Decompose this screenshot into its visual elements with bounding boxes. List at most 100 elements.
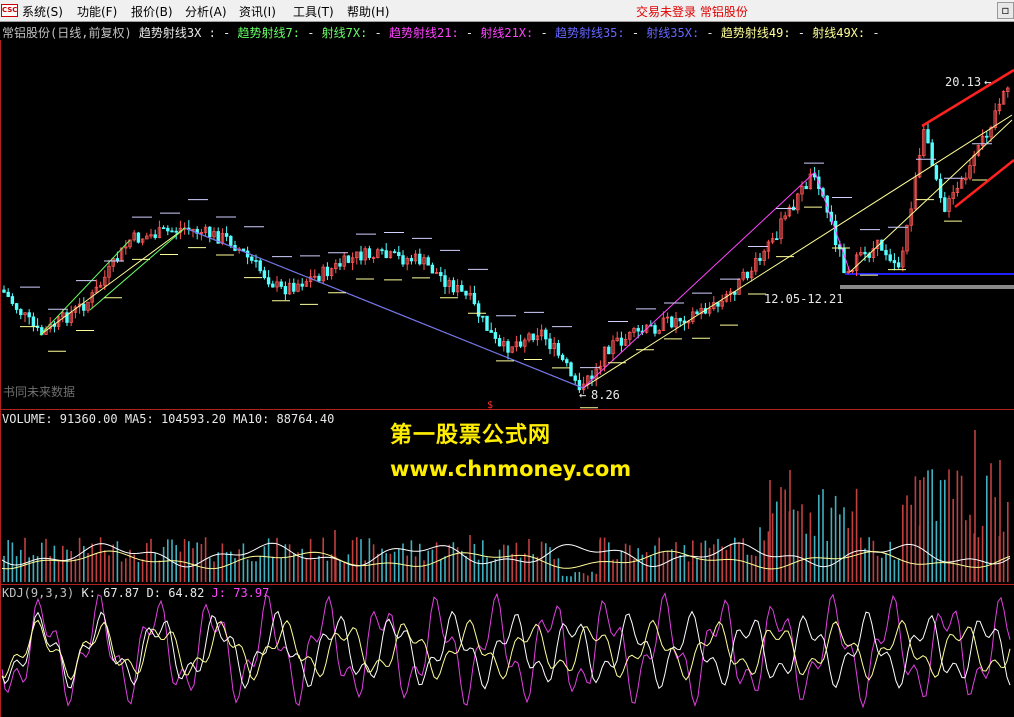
candle-body — [859, 251, 863, 256]
candle-body — [182, 227, 187, 230]
legend-item: KDJ(9,3,3) — [2, 586, 82, 600]
candle-body — [405, 258, 409, 265]
candle-body — [292, 282, 296, 292]
candle-body — [741, 271, 745, 280]
candle-body — [888, 254, 892, 261]
low-arrow-icon: ← — [579, 388, 586, 402]
candle-body — [577, 379, 582, 391]
candle-body — [749, 270, 754, 279]
candle-body — [905, 224, 909, 252]
candle-body — [443, 275, 447, 287]
candle-body — [103, 276, 107, 286]
candle-body — [779, 218, 783, 240]
watermark-title: 第一股票公式网 — [390, 423, 552, 448]
candle-body — [325, 266, 330, 277]
candle-body — [707, 308, 712, 314]
candle-body — [363, 248, 367, 261]
legend-item: - — [223, 26, 238, 40]
menu-tools[interactable]: 工具(T) — [293, 3, 334, 20]
candle-body — [552, 343, 556, 350]
candle-body — [653, 325, 657, 334]
candle-body — [892, 260, 897, 264]
candle-body — [388, 251, 393, 258]
candle-body — [476, 303, 481, 317]
legend-item: 趋势射线3X : — [138, 26, 224, 40]
candle-body — [724, 293, 729, 302]
site-watermark: 第一股票公式网 www.chnmoney.com — [390, 417, 670, 481]
candle-body — [10, 296, 15, 304]
candle-body — [426, 257, 430, 266]
candle-body — [224, 233, 229, 237]
candle-body — [968, 165, 972, 179]
candle-body — [430, 264, 435, 274]
candle-body — [691, 311, 695, 322]
candle-body — [985, 135, 989, 138]
candle-body — [720, 300, 724, 307]
candle-body — [1006, 87, 1010, 92]
candle-body — [367, 248, 372, 259]
candle-body — [728, 291, 733, 295]
chart-title: 常铝股份(日线,前复权) — [2, 26, 132, 40]
candle-body — [422, 257, 426, 265]
candle-body — [153, 234, 157, 238]
candle-body — [657, 330, 661, 334]
candle-body — [191, 228, 195, 231]
window-control-icon[interactable]: ▫ — [997, 2, 1014, 19]
candle-body — [250, 256, 254, 261]
menu-help[interactable]: 帮助(H) — [347, 3, 389, 20]
candle-body — [997, 103, 1002, 112]
candle-body — [35, 325, 40, 328]
menu-info[interactable]: 资讯(I) — [239, 3, 276, 20]
candle-body — [854, 254, 859, 271]
candle-body — [174, 230, 178, 233]
candlestick-layer — [2, 86, 1010, 394]
candle-body — [846, 271, 850, 274]
legend-item: 趋势射线35: — [554, 26, 632, 40]
candle-body — [350, 257, 355, 263]
candle-body — [796, 193, 800, 211]
candle-body — [686, 321, 691, 324]
dividend-marker-icon: $ — [487, 400, 493, 411]
candle-body — [208, 226, 212, 238]
candle-body — [607, 346, 611, 355]
candle-body — [308, 276, 313, 283]
candle-body — [926, 129, 930, 144]
candle-body — [371, 257, 376, 259]
candle-body — [623, 338, 628, 346]
candle-body — [460, 285, 464, 292]
candle-body — [716, 302, 720, 307]
candle-body — [762, 250, 766, 262]
legend-item: - — [465, 26, 481, 40]
legend-item: 射线7X: — [321, 26, 375, 40]
candle-body — [493, 332, 498, 339]
legend-item: - — [374, 26, 389, 40]
candle-body — [69, 311, 73, 323]
menu-analysis[interactable]: 分析(A) — [185, 3, 227, 20]
candle-body — [52, 323, 57, 327]
legend-item: - — [872, 26, 880, 40]
candle-body — [573, 375, 577, 381]
candle-body — [867, 253, 871, 258]
candle-body — [909, 208, 913, 226]
candle-body — [262, 270, 267, 279]
candle-body — [203, 226, 208, 233]
candle-body — [581, 383, 586, 391]
range-label: 12.05-12.21 — [764, 292, 843, 306]
candle-body — [955, 187, 960, 194]
candle-body — [119, 247, 124, 262]
menu-system[interactable]: 系统(S) — [22, 3, 63, 20]
candle-body — [665, 316, 670, 319]
candle-body — [451, 280, 456, 293]
menu-quote[interactable]: 报价(B) — [131, 3, 173, 20]
candle-body — [212, 231, 216, 238]
candle-body — [195, 228, 199, 234]
kdj-k-line — [1, 610, 1011, 690]
candle-body — [19, 309, 23, 316]
kdj-d-line — [1, 619, 1011, 681]
candle-body — [548, 338, 552, 350]
high-price-label: 20.13 — [945, 75, 981, 89]
candle-body — [871, 248, 876, 258]
menu-function[interactable]: 功能(F) — [77, 3, 117, 20]
trend-ray-layer — [20, 114, 1013, 409]
trend-ray — [39, 227, 186, 336]
